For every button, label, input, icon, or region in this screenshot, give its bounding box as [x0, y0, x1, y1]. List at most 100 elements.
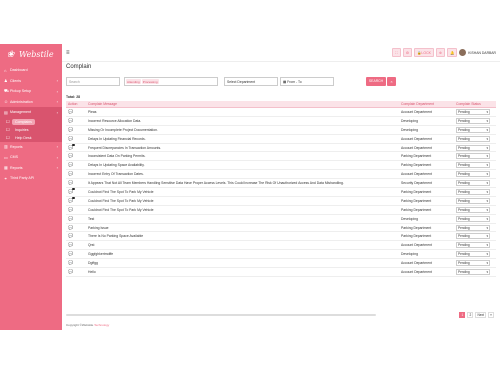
sidebar-item-reports[interactable]: ▥ Reports › — [0, 142, 62, 153]
status-value: Pending — [458, 252, 470, 257]
header-status[interactable]: Complain Status — [456, 102, 494, 106]
status-select[interactable]: Pending ▾ — [456, 188, 490, 195]
chevron-right-icon: › — [56, 154, 58, 160]
status-tag-input[interactable]: Attending Processing — [124, 77, 218, 86]
chat-icon[interactable]: 💬 — [68, 207, 73, 212]
sidebar-item-label: Dashboard — [10, 68, 28, 73]
status-select[interactable]: Pending ▾ — [456, 268, 490, 275]
header-message[interactable]: Complain Message — [88, 102, 401, 106]
chat-icon[interactable]: 💬 — [68, 109, 73, 114]
status-select[interactable]: Pending ▾ — [456, 233, 490, 240]
fullscreen-icon[interactable]: ⛶ — [391, 48, 401, 57]
status-select[interactable]: Pending ▾ — [456, 242, 490, 249]
chevron-down-icon: ▾ — [486, 269, 488, 274]
status-value: Pending — [458, 154, 470, 159]
sidebar-item-third-party-api[interactable]: ⚭ Third Party API — [0, 173, 62, 184]
user-menu[interactable]: KISHAN DARBAR — [459, 49, 496, 56]
sidebar-item-pickup-setup[interactable]: ⛟ Pickup Setup › — [0, 86, 62, 97]
status-cell: Pending ▾ — [456, 162, 494, 169]
complain-message: Incorrect Resource Allocation Data. — [88, 118, 142, 123]
lotus-logo-icon: ❀ — [6, 49, 15, 60]
department-select[interactable]: Select Department — [224, 77, 278, 86]
sidebar-subitem-help-desk[interactable]: ☐ Help Desk — [6, 134, 62, 142]
status-cell: Pending ▾ — [456, 242, 494, 249]
date-range-placeholder: From - To — [287, 80, 302, 84]
sidebar-item-reports[interactable]: ▦ Reports › — [0, 163, 62, 174]
status-tag[interactable]: Attending — [126, 79, 141, 84]
lock-button[interactable]: 🔒 LOCK — [414, 48, 434, 57]
chat-icon[interactable]: 💬 — [68, 242, 73, 247]
chat-icon[interactable]: 💬 — [68, 233, 73, 238]
chat-icon[interactable]: 💬 — [68, 171, 73, 176]
sidebar-subitem-inquiries[interactable]: ☐ Inquiries — [6, 126, 62, 134]
settings-icon[interactable]: ⚙ — [402, 48, 413, 57]
notification-icon[interactable]: 🔔 — [446, 48, 458, 57]
status-select[interactable]: Pending ▾ — [456, 117, 490, 124]
last-page-button[interactable]: » — [488, 312, 494, 318]
status-select[interactable]: Pending ▾ — [456, 224, 490, 231]
table-row: 💬 Couldnot Find The Spot To Park My Vehic… — [66, 206, 496, 215]
clear-button[interactable]: × — [387, 77, 396, 86]
status-value: Pending — [458, 198, 470, 203]
status-select[interactable]: Pending ▾ — [456, 135, 490, 142]
sidebar-item-management[interactable]: ▤ Management › — [0, 107, 62, 118]
status-value: Pending — [458, 234, 470, 239]
chat-icon[interactable]: 💬 — [68, 127, 73, 132]
row-action: 💬 — [66, 127, 88, 133]
table-row: 💬 It Appears That Not All Team Members Ha… — [66, 179, 496, 189]
chat-icon[interactable]: 💬 — [68, 153, 73, 158]
sidebar-item-cms[interactable]: ▭ CMS › — [0, 152, 62, 163]
unread-dot-icon — [72, 196, 75, 200]
table-row: 💬 Test Developing Pending ▾ — [66, 215, 496, 224]
row-action: 💬 — [66, 225, 88, 231]
complain-department: Developing — [401, 252, 418, 257]
horizontal-scrollbar[interactable] — [66, 314, 376, 316]
sidebar-item-clients[interactable]: ♟ Clients › — [0, 76, 62, 87]
status-tag[interactable]: Processing — [141, 79, 159, 84]
sidebar-item-administration[interactable]: ☺ Administration › — [0, 97, 62, 108]
chevron-down-icon: ▾ — [486, 234, 488, 239]
chat-icon[interactable]: 💬 — [68, 251, 73, 256]
chat-icon[interactable]: 💬 — [68, 162, 73, 167]
header-department[interactable]: Complain Department — [401, 102, 456, 106]
chat-icon[interactable]: 💬 — [68, 216, 73, 221]
status-select[interactable]: Pending ▾ — [456, 180, 490, 187]
footer-copyright: Copyright ©Webstile — [66, 323, 94, 327]
status-cell: Pending ▾ — [456, 117, 494, 124]
next-page-button[interactable]: Next — [475, 312, 486, 318]
row-action: 💬 — [66, 162, 88, 168]
page-button[interactable]: 1 — [459, 312, 466, 318]
status-select[interactable]: Pending ▾ — [456, 144, 490, 151]
footer-brand-link[interactable]: Technology — [94, 323, 109, 327]
page-button[interactable]: 2 — [467, 312, 474, 318]
chat-icon[interactable]: 💬 — [68, 136, 73, 141]
search-input[interactable]: Search — [66, 77, 120, 86]
status-select[interactable]: Pending ▾ — [456, 197, 490, 204]
brand-logo[interactable]: ❀ Webstile — [0, 44, 62, 65]
complain-department: Parking Department — [401, 189, 432, 194]
complain-department: Account Department — [401, 136, 432, 141]
status-select[interactable]: Pending ▾ — [456, 260, 490, 267]
status-select[interactable]: Pending ▾ — [456, 126, 490, 133]
menu-toggle-icon[interactable]: ≡ — [66, 50, 70, 56]
status-select[interactable]: Pending ▾ — [456, 206, 490, 213]
status-select[interactable]: Pending ▾ — [456, 162, 490, 169]
chevron-down-icon: ▾ — [486, 225, 488, 230]
chat-icon[interactable]: 💬 — [68, 118, 73, 123]
status-select[interactable]: Pending ▾ — [456, 153, 490, 160]
status-select[interactable]: Pending ▾ — [456, 251, 490, 258]
chat-icon[interactable]: 💬 — [68, 260, 73, 265]
chevron-down-icon: ▾ — [486, 189, 488, 194]
chat-icon[interactable]: 💬 — [68, 269, 73, 274]
status-select[interactable]: Pending ▾ — [456, 215, 490, 222]
date-range-input[interactable]: ▦ From - To — [280, 77, 334, 86]
sidebar-item-dashboard[interactable]: ⌂ Dashboard — [0, 65, 62, 76]
chat-icon[interactable]: 💬 — [68, 180, 73, 185]
chat-icon[interactable]: 💬 — [68, 225, 73, 230]
chevron-right-icon: › — [56, 78, 58, 84]
gear-icon[interactable]: ✲ — [435, 48, 445, 57]
sidebar-subitem-complains[interactable]: ☐ Complains — [6, 118, 62, 126]
status-select[interactable]: Pending ▾ — [456, 171, 490, 178]
search-button[interactable]: SEARCH — [366, 77, 386, 86]
status-select[interactable]: Pending ▾ — [456, 108, 490, 115]
